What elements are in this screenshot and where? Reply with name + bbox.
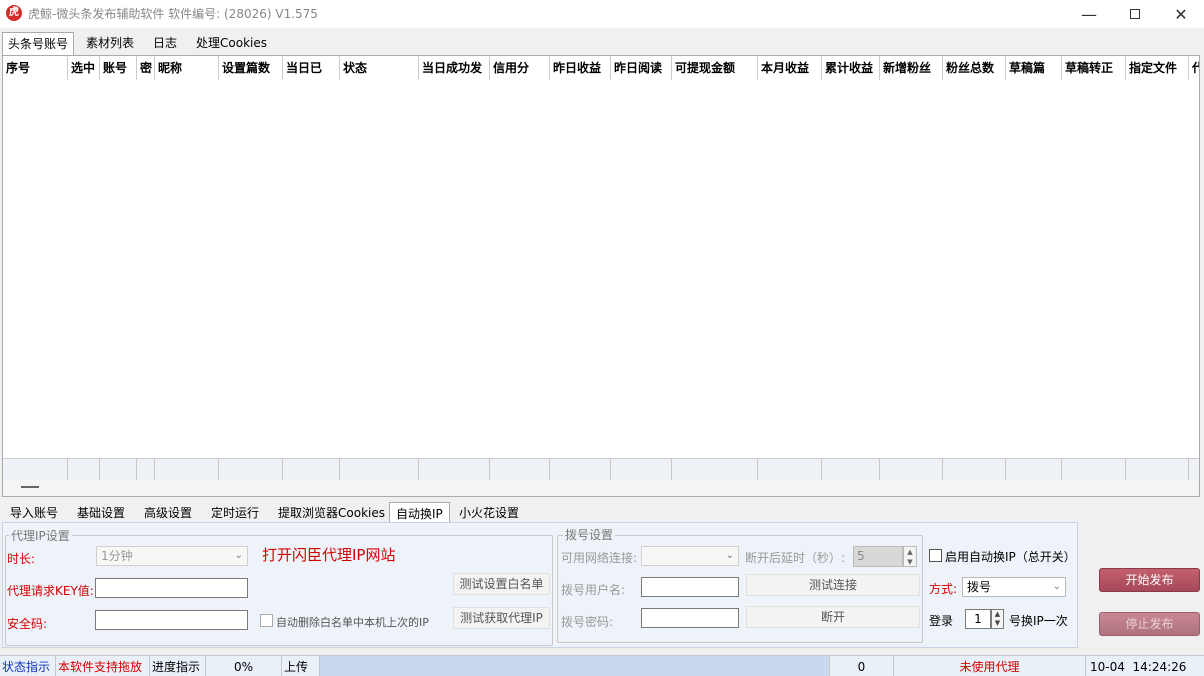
app-logo-icon: 虎: [6, 5, 22, 21]
col-account[interactable]: 账号: [100, 56, 137, 80]
col-total-fans[interactable]: 粉丝总数: [943, 56, 1006, 80]
duration-label: 时长:: [7, 552, 36, 566]
chevron-down-icon: ⌄: [1052, 581, 1061, 592]
stop-publish-button[interactable]: 停止发布: [1099, 612, 1200, 636]
close-icon: ✕: [1174, 4, 1188, 24]
mode-select[interactable]: 拨号 ⌄: [962, 577, 1066, 597]
key-label: 代理请求KEY值:: [7, 584, 94, 598]
col-password[interactable]: 密: [137, 56, 155, 80]
dialup-settings-legend: 拨号设置: [563, 526, 616, 543]
col-nickname[interactable]: 昵称: [155, 56, 219, 80]
open-proxy-site-link[interactable]: 打开闪臣代理IP网站: [262, 544, 395, 565]
tab-cookies[interactable]: 处理Cookies: [191, 32, 272, 54]
col-month-income[interactable]: 本月收益: [758, 56, 822, 80]
close-button[interactable]: ✕: [1158, 0, 1204, 28]
tab-basic-settings[interactable]: 基础设置: [71, 502, 131, 524]
delay-input[interactable]: 5: [853, 546, 903, 567]
col-set-count[interactable]: 设置篇数: [219, 56, 283, 80]
proxy-state: 未使用代理: [894, 656, 1086, 676]
dial-password-label: 拨号密码:: [561, 615, 614, 629]
status-indicator: 状态指示: [0, 656, 56, 676]
tab-spark-settings[interactable]: 小火花设置: [453, 502, 525, 524]
chevron-down-icon: ⌄: [234, 550, 243, 561]
delay-label: 断开后延时（秒）:: [745, 551, 846, 565]
disconnect-button[interactable]: 断开: [746, 606, 920, 628]
col-selected[interactable]: 选中: [68, 56, 100, 80]
auto-ip-panel: 代理IP设置 时长: 1分钟 ⌄ 打开闪臣代理IP网站 代理请求KEY值: 测试设…: [2, 522, 1078, 648]
upload-progress: [320, 656, 830, 676]
security-code-input[interactable]: [95, 610, 248, 630]
key-input[interactable]: [95, 578, 248, 598]
switch-ip-label: 号换IP一次: [1009, 614, 1068, 628]
security-code-label: 安全码:: [7, 617, 48, 631]
login-count-input[interactable]: 1: [965, 609, 991, 629]
progress-value: 0%: [206, 656, 282, 676]
drag-drop-hint: 本软件支持拖放: [56, 656, 150, 676]
maximize-icon: [1130, 9, 1140, 19]
col-index[interactable]: 序号: [3, 56, 68, 80]
chevron-down-icon: ⌄: [725, 550, 734, 561]
progress-label: 进度指示: [150, 656, 206, 676]
settings-tabs: 导入账号 基础设置 高级设置 定时运行 提取浏览器Cookies 自动换IP 小…: [2, 502, 1200, 524]
col-today-success[interactable]: 当日成功发: [419, 56, 490, 80]
start-publish-button[interactable]: 开始发布: [1099, 568, 1200, 592]
delay-spinner[interactable]: ▲ ▼: [903, 546, 917, 567]
dial-user-input[interactable]: [641, 577, 739, 597]
dial-password-input[interactable]: [641, 608, 739, 628]
accounts-table[interactable]: 序号 选中 账号 密 昵称 设置篇数 当日已 状态 当日成功发 信用分 昨日收益…: [2, 55, 1200, 497]
col-target-file[interactable]: 指定文件: [1126, 56, 1189, 80]
horizontal-scrollbar[interactable]: [3, 480, 1199, 496]
tab-scheduled-run[interactable]: 定时运行: [205, 502, 265, 524]
test-get-proxy-button[interactable]: 测试获取代理IP: [453, 607, 550, 629]
enable-auto-ip-label: 启用自动换IP（总开关）: [945, 550, 1076, 564]
login-label: 登录: [929, 614, 954, 628]
col-drafts[interactable]: 草稿篇: [1006, 56, 1062, 80]
minimize-button[interactable]: —: [1066, 0, 1112, 28]
test-whitelist-button[interactable]: 测试设置白名单: [453, 573, 550, 595]
network-select[interactable]: ⌄: [641, 546, 739, 566]
maximize-button[interactable]: [1112, 0, 1158, 28]
col-status[interactable]: 状态: [340, 56, 419, 80]
table-header: 序号 选中 账号 密 昵称 设置篇数 当日已 状态 当日成功发 信用分 昨日收益…: [3, 56, 1199, 80]
duration-select[interactable]: 1分钟 ⌄: [96, 546, 248, 566]
window-title: 虎鲸-微头条发布辅助软件 软件编号: (28026) V1.575: [28, 7, 318, 21]
auto-delete-checkbox[interactable]: [260, 614, 273, 627]
col-withdrawable[interactable]: 可提现金额: [672, 56, 758, 80]
proxy-settings-legend: 代理IP设置: [9, 527, 72, 544]
auto-delete-label: 自动删除白名单中本机上次的IP: [276, 616, 429, 629]
col-yesterday-reads[interactable]: 昨日阅读: [611, 56, 672, 80]
tab-log[interactable]: 日志: [148, 32, 182, 54]
tab-accounts[interactable]: 头条号账号: [2, 32, 75, 55]
col-today-done[interactable]: 当日已: [283, 56, 340, 80]
tab-browser-cookies[interactable]: 提取浏览器Cookies: [272, 502, 391, 524]
status-bar: 状态指示 本软件支持拖放 进度指示 0% 上传 0 未使用代理 10-04 14…: [0, 655, 1204, 676]
dial-user-label: 拨号用户名:: [561, 583, 626, 597]
scrollbar-thumb[interactable]: [21, 486, 39, 488]
col-yesterday-income[interactable]: 昨日收益: [550, 56, 611, 80]
title-bar: 虎 虎鲸-微头条发布辅助软件 软件编号: (28026) V1.575 — ✕: [0, 0, 1204, 28]
login-count-spinner[interactable]: ▲ ▼: [991, 609, 1004, 629]
mode-label: 方式:: [929, 582, 958, 596]
tab-auto-ip[interactable]: 自动换IP: [389, 502, 450, 524]
datetime: 10-04 14:24:26: [1090, 660, 1187, 674]
col-proxy[interactable]: 代: [1189, 56, 1199, 80]
minimize-icon: —: [1081, 4, 1097, 24]
main-tabs: 头条号账号 素材列表 日志 处理Cookies: [0, 32, 1204, 55]
tab-materials[interactable]: 素材列表: [81, 32, 139, 54]
table-summary-row: [3, 458, 1199, 481]
tab-advanced-settings[interactable]: 高级设置: [138, 502, 198, 524]
count-value: 0: [830, 656, 894, 676]
network-label: 可用网络连接:: [561, 551, 638, 565]
col-draft-publish[interactable]: 草稿转正: [1062, 56, 1126, 80]
enable-auto-ip-checkbox[interactable]: [929, 549, 942, 562]
col-new-fans[interactable]: 新增粉丝: [880, 56, 943, 80]
tab-import-accounts[interactable]: 导入账号: [4, 502, 64, 524]
col-credit[interactable]: 信用分: [490, 56, 550, 80]
col-total-income[interactable]: 累计收益: [822, 56, 880, 80]
test-connection-button[interactable]: 测试连接: [746, 574, 920, 596]
upload-label: 上传: [282, 656, 320, 676]
